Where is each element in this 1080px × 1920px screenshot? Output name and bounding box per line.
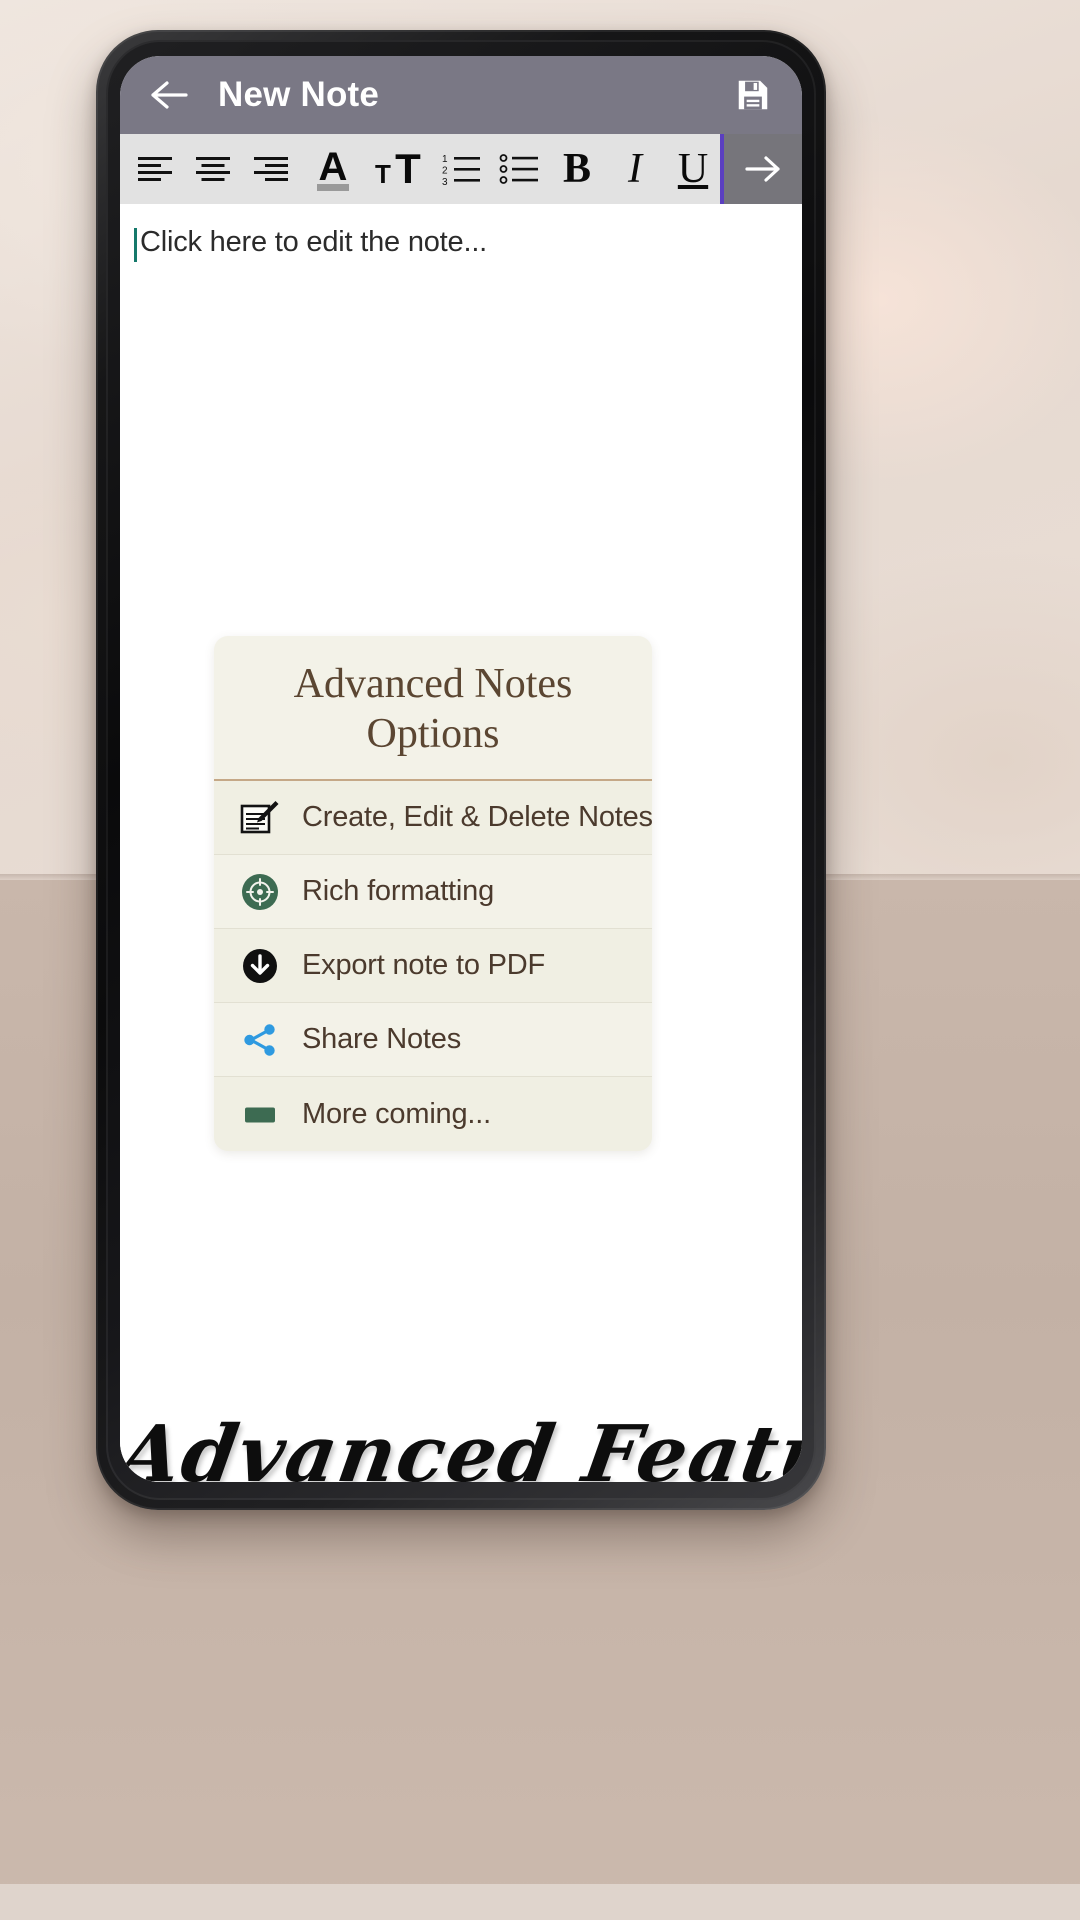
bold-label: B: [562, 146, 591, 192]
svg-text:1: 1: [442, 154, 448, 165]
font-size-icon: T T: [375, 147, 421, 191]
text-caret: [134, 228, 137, 262]
card-title: Advanced Notes Options: [293, 661, 573, 757]
phone-mockup: New Note A T T 1 2 3 B I U Click here to…: [96, 30, 826, 1510]
card-row-label: Share Notes: [302, 1023, 461, 1056]
text-color-icon: A: [317, 145, 349, 191]
bold-button[interactable]: B: [548, 135, 606, 203]
format-toolbar: A T T 1 2 3 B I U: [120, 134, 802, 204]
svg-text:3: 3: [442, 177, 448, 186]
rich-format-icon: [234, 866, 286, 918]
card-row-rich-formatting[interactable]: Rich formatting: [214, 855, 652, 930]
phone-screen: New Note A T T 1 2 3 B I U Click here to…: [120, 56, 802, 1482]
card-row-label: More coming...: [302, 1097, 491, 1130]
advanced-options-card: Advanced Notes Options Create, Edit & De…: [214, 636, 652, 1152]
svg-text:T: T: [375, 159, 391, 189]
numbered-list-icon: 1 2 3: [442, 154, 480, 186]
align-left-button[interactable]: [126, 135, 184, 203]
page-title: New Note: [218, 75, 380, 114]
align-center-icon: [196, 157, 230, 181]
card-row-label: Export note to PDF: [302, 949, 546, 982]
background-bottom-strip: [0, 1884, 1080, 1920]
underline-label: U: [677, 146, 709, 192]
arrow-left-icon: [151, 81, 188, 109]
align-right-button[interactable]: [242, 135, 300, 203]
bulleted-list-button[interactable]: [490, 135, 548, 203]
underline-button[interactable]: U: [664, 135, 722, 203]
more-coming-icon: [234, 1088, 286, 1140]
floppy-save-icon: [738, 80, 768, 110]
card-row-label: Create, Edit & Delete Notes: [302, 801, 652, 834]
svg-text:T: T: [395, 147, 421, 191]
save-button[interactable]: [726, 68, 780, 122]
back-button[interactable]: [142, 68, 196, 122]
align-center-button[interactable]: [184, 135, 242, 203]
svg-text:A: A: [319, 145, 348, 189]
note-editor[interactable]: Click here to edit the note... Advanced …: [120, 204, 802, 1482]
italic-label: I: [628, 146, 642, 192]
italic-button[interactable]: I: [606, 135, 664, 203]
note-edit-icon: [234, 792, 286, 844]
card-row-share-notes[interactable]: Share Notes: [214, 1003, 652, 1078]
align-right-icon: [254, 157, 288, 181]
phone-bezel: New Note A T T 1 2 3 B I U Click here to…: [106, 40, 816, 1500]
arrow-right-icon: [745, 156, 780, 182]
app-bar: New Note: [120, 56, 802, 134]
card-row-create-edit-delete[interactable]: Create, Edit & Delete Notes: [214, 781, 652, 856]
format-toolbar-scroll[interactable]: A T T 1 2 3 B I U: [120, 134, 802, 204]
share-icon: [234, 1014, 286, 1066]
card-row-more-coming[interactable]: More coming...: [214, 1077, 652, 1152]
bulleted-list-icon: [499, 154, 538, 184]
text-color-button[interactable]: A: [300, 135, 366, 203]
toolbar-more-button[interactable]: [724, 134, 802, 204]
card-row-export-pdf[interactable]: Export note to PDF: [214, 929, 652, 1004]
font-size-button[interactable]: T T: [366, 135, 432, 203]
align-left-icon: [138, 157, 172, 181]
svg-text:2: 2: [442, 166, 448, 177]
note-placeholder-text: Click here to edit the note...: [140, 226, 488, 258]
download-pdf-icon: [234, 940, 286, 992]
numbered-list-button[interactable]: 1 2 3: [432, 135, 490, 203]
card-row-label: Rich formatting: [302, 875, 495, 908]
handwritten-caption: Advanced Features: [120, 1409, 802, 1482]
